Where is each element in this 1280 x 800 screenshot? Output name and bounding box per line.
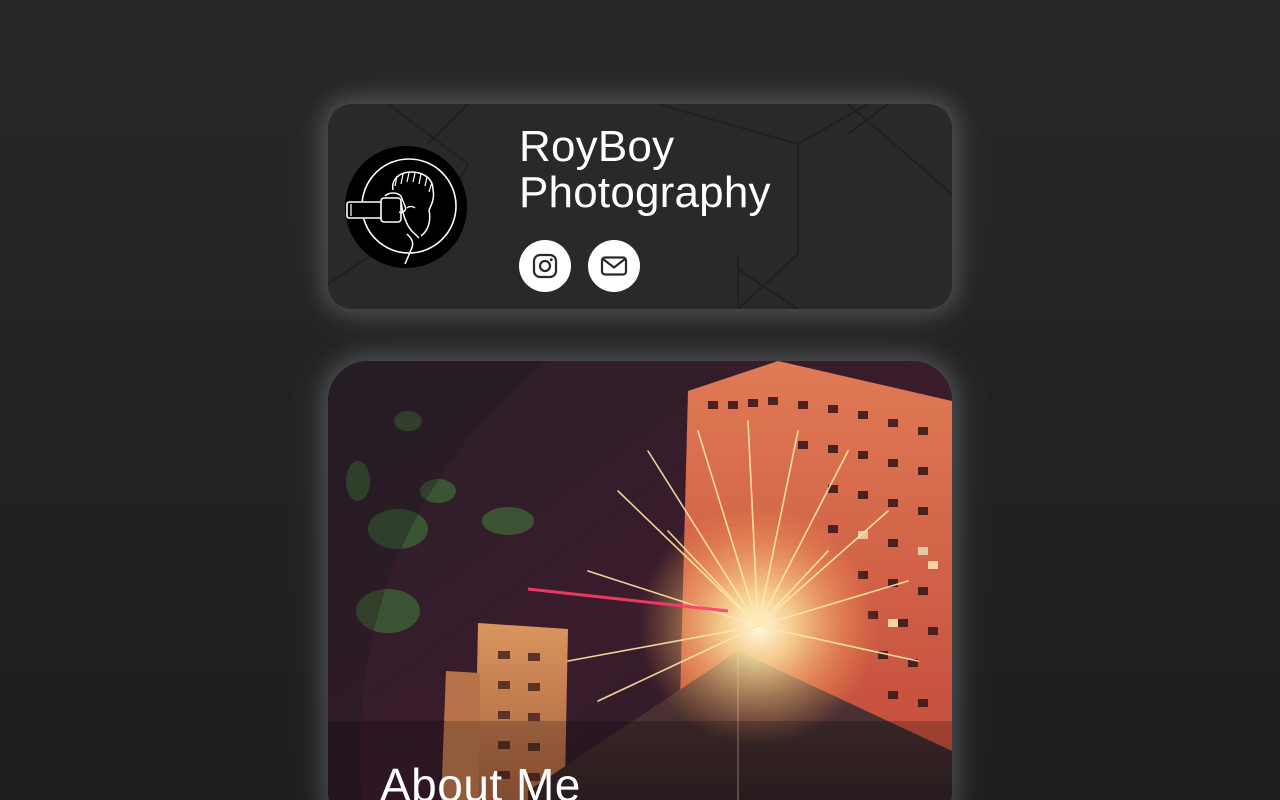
instagram-button[interactable] [519,240,571,292]
profile-card: RoyBoy Photography [328,104,952,309]
mail-icon [600,256,628,276]
photographer-logo-icon [345,146,467,268]
brand-name-line2: Photography [519,168,771,217]
brand-name: RoyBoy Photography [519,124,879,216]
about-card: About Me [328,361,952,800]
page: RoyBoy Photography About Me [0,0,1280,800]
about-title: About Me [380,759,581,800]
fireworks-over-buildings-photo [328,361,952,800]
brand-name-line1: RoyBoy [519,122,675,171]
email-button[interactable] [588,240,640,292]
avatar [345,146,467,268]
social-links [519,240,640,292]
instagram-icon [532,253,558,279]
